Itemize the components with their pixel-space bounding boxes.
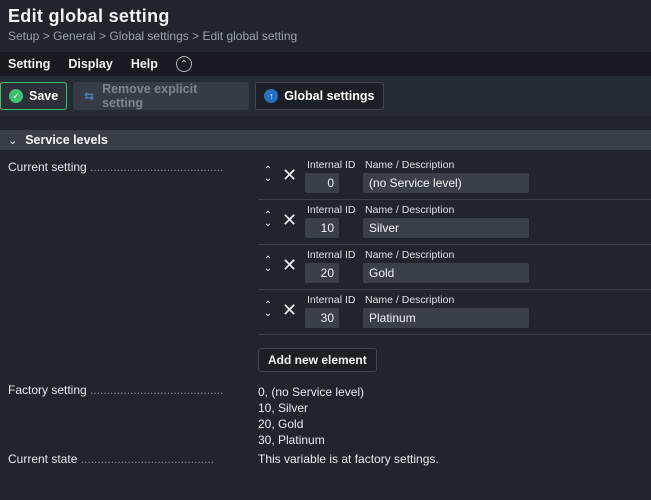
name-field[interactable]: (no Service level)	[363, 173, 529, 193]
drag-handle-icon[interactable]: ⌃ ⌄	[262, 256, 274, 277]
section-header-service-levels[interactable]: ⌄ Service levels	[0, 130, 651, 150]
arrow-up-icon: ↑	[264, 89, 279, 103]
drag-handle-icon[interactable]: ⌃ ⌄	[262, 211, 274, 232]
menu-help[interactable]: Help	[131, 57, 158, 71]
menu-display[interactable]: Display	[68, 57, 112, 71]
close-icon[interactable]: ✕	[282, 211, 297, 229]
current-state-text: Current state	[8, 452, 78, 466]
drag-handle-icon[interactable]: ⌃ ⌄	[262, 301, 274, 322]
menu-bar: Setting Display Help ⌃	[0, 52, 651, 76]
page-title: Edit global setting	[8, 6, 170, 26]
section-content: Current setting ........................…	[0, 150, 651, 466]
current-setting-text: Current setting	[8, 160, 87, 174]
internal-id-field[interactable]: 10	[305, 218, 339, 238]
factory-value: 20, Gold	[258, 417, 304, 431]
internal-id-header: Internal ID	[307, 159, 356, 171]
menu-setting[interactable]: Setting	[8, 57, 50, 71]
factory-value: 10, Silver	[258, 401, 309, 415]
name-field[interactable]: Gold	[363, 263, 529, 283]
list-item: ⌃ ⌄ ✕ Internal ID Name / Description 10 S…	[258, 200, 651, 245]
close-icon[interactable]: ✕	[282, 256, 297, 274]
internal-id-header: Internal ID	[307, 294, 356, 306]
global-settings-button[interactable]: ↑ Global settings	[255, 82, 384, 110]
internal-id-field[interactable]: 20	[305, 263, 339, 283]
current-setting-label: Current setting ........................…	[8, 160, 238, 174]
current-state-value: This variable is at factory settings.	[258, 452, 439, 466]
factory-value: 30, Platinum	[258, 433, 325, 447]
list-item: ⌃ ⌄ ✕ Internal ID Name / Description 20 G…	[258, 245, 651, 290]
factory-setting-text: Factory setting	[8, 383, 87, 397]
factory-value: 0, (no Service level)	[258, 385, 365, 399]
page-header: Edit global setting Setup > General > Gl…	[0, 0, 651, 52]
name-header: Name / Description	[365, 159, 455, 171]
dots: ........................................	[80, 452, 215, 466]
check-icon: ✓	[9, 89, 23, 103]
drag-handle-icon[interactable]: ⌃ ⌄	[262, 166, 274, 187]
chevron-down-icon[interactable]: ⌄	[8, 134, 17, 147]
internal-id-header: Internal ID	[307, 204, 356, 216]
remove-label: Remove explicit setting	[102, 82, 198, 110]
add-new-element-button[interactable]: Add new element	[258, 348, 377, 372]
current-state-label: Current state ..........................…	[8, 452, 238, 466]
factory-values: 0, (no Service level) 10, Silver 20, Gol…	[258, 384, 364, 448]
dots: ........................................	[90, 160, 224, 174]
toolbar: ✓ Save ⇆ Remove explicit setting ↑ Globa…	[0, 76, 651, 116]
remove-explicit-setting-button[interactable]: ⇆ Remove explicit setting	[73, 82, 250, 110]
list-item: ⌃ ⌄ ✕ Internal ID Name / Description 0 (n…	[258, 155, 651, 200]
dots: ........................................	[90, 383, 224, 397]
internal-id-field[interactable]: 30	[305, 308, 339, 328]
internal-id-header: Internal ID	[307, 249, 356, 261]
save-label: Save	[29, 89, 59, 103]
save-button[interactable]: ✓ Save	[0, 82, 68, 110]
breadcrumb[interactable]: Setup > General > Global settings > Edit…	[8, 29, 643, 43]
sync-icon: ⇆	[84, 89, 95, 103]
name-header: Name / Description	[365, 249, 455, 261]
internal-id-field[interactable]: 0	[305, 173, 339, 193]
chevron-up-icon[interactable]: ⌃	[175, 56, 192, 72]
list-item: ⌃ ⌄ ✕ Internal ID Name / Description 30 P…	[258, 290, 651, 335]
spacer	[0, 116, 651, 130]
global-label: Global settings	[284, 89, 375, 103]
name-header: Name / Description	[365, 204, 455, 216]
close-icon[interactable]: ✕	[282, 166, 297, 184]
name-field[interactable]: Platinum	[363, 308, 529, 328]
close-icon[interactable]: ✕	[282, 301, 297, 319]
name-field[interactable]: Silver	[363, 218, 529, 238]
factory-setting-label: Factory setting ........................…	[8, 383, 238, 397]
section-title: Service levels	[25, 133, 108, 147]
name-header: Name / Description	[365, 294, 455, 306]
